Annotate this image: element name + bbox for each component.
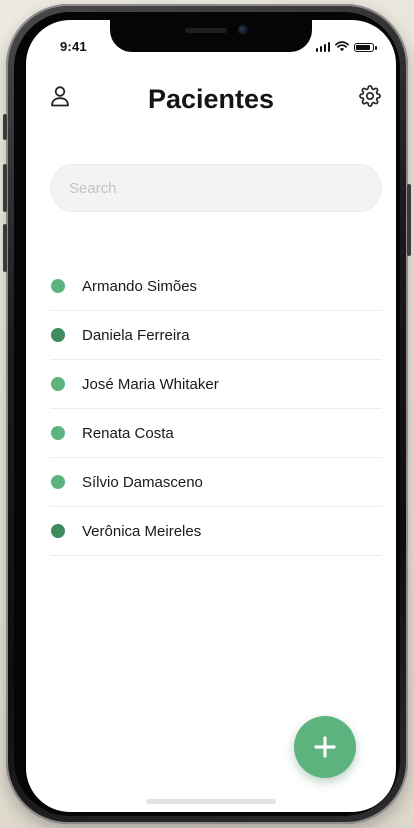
patient-name: Sílvio Damasceno <box>82 473 203 491</box>
volume-up-button <box>3 164 7 212</box>
home-indicator <box>146 799 276 804</box>
patient-name: Renata Costa <box>82 424 174 442</box>
status-dot <box>51 524 65 538</box>
patient-item[interactable]: Verônica Meireles <box>50 507 382 556</box>
add-patient-button[interactable] <box>294 716 356 778</box>
earpiece-speaker <box>185 28 227 33</box>
volume-down-button <box>3 224 7 272</box>
cellular-signal-icon <box>315 42 330 52</box>
patient-item[interactable]: Sílvio Damasceno <box>50 458 382 507</box>
app-screen: 9:41 Pacientes Search Armando Simões Dan… <box>26 20 396 812</box>
page-title: Pacientes <box>147 84 275 114</box>
patient-item[interactable]: Armando Simões <box>50 262 382 311</box>
status-dot <box>51 377 65 391</box>
status-dot <box>51 475 65 489</box>
status-icons <box>315 40 377 52</box>
patient-name: Verônica Meireles <box>82 522 202 540</box>
mute-switch <box>3 114 7 140</box>
search-input[interactable] <box>67 178 365 198</box>
plus-icon <box>314 736 336 758</box>
battery-icon <box>354 43 377 52</box>
power-button <box>407 184 411 256</box>
patient-list: Armando Simões Daniela Ferreira José Mar… <box>50 262 382 556</box>
patient-name: Daniela Ferreira <box>82 326 190 344</box>
patient-name: José Maria Whitaker <box>82 375 219 393</box>
gear-icon <box>359 85 381 107</box>
patient-item[interactable]: Renata Costa <box>50 409 382 458</box>
status-time: 9:41 <box>60 39 87 54</box>
status-dot <box>51 328 65 342</box>
patient-name: Armando Simões <box>82 277 198 295</box>
status-dot <box>51 279 65 293</box>
status-dot <box>51 426 65 440</box>
front-camera <box>238 25 248 35</box>
search-bar <box>50 164 382 212</box>
notch <box>110 20 312 52</box>
settings-button[interactable] <box>358 84 382 108</box>
patient-item[interactable]: Daniela Ferreira <box>50 311 382 360</box>
wifi-icon <box>335 41 349 52</box>
patient-item[interactable]: José Maria Whitaker <box>50 360 382 409</box>
